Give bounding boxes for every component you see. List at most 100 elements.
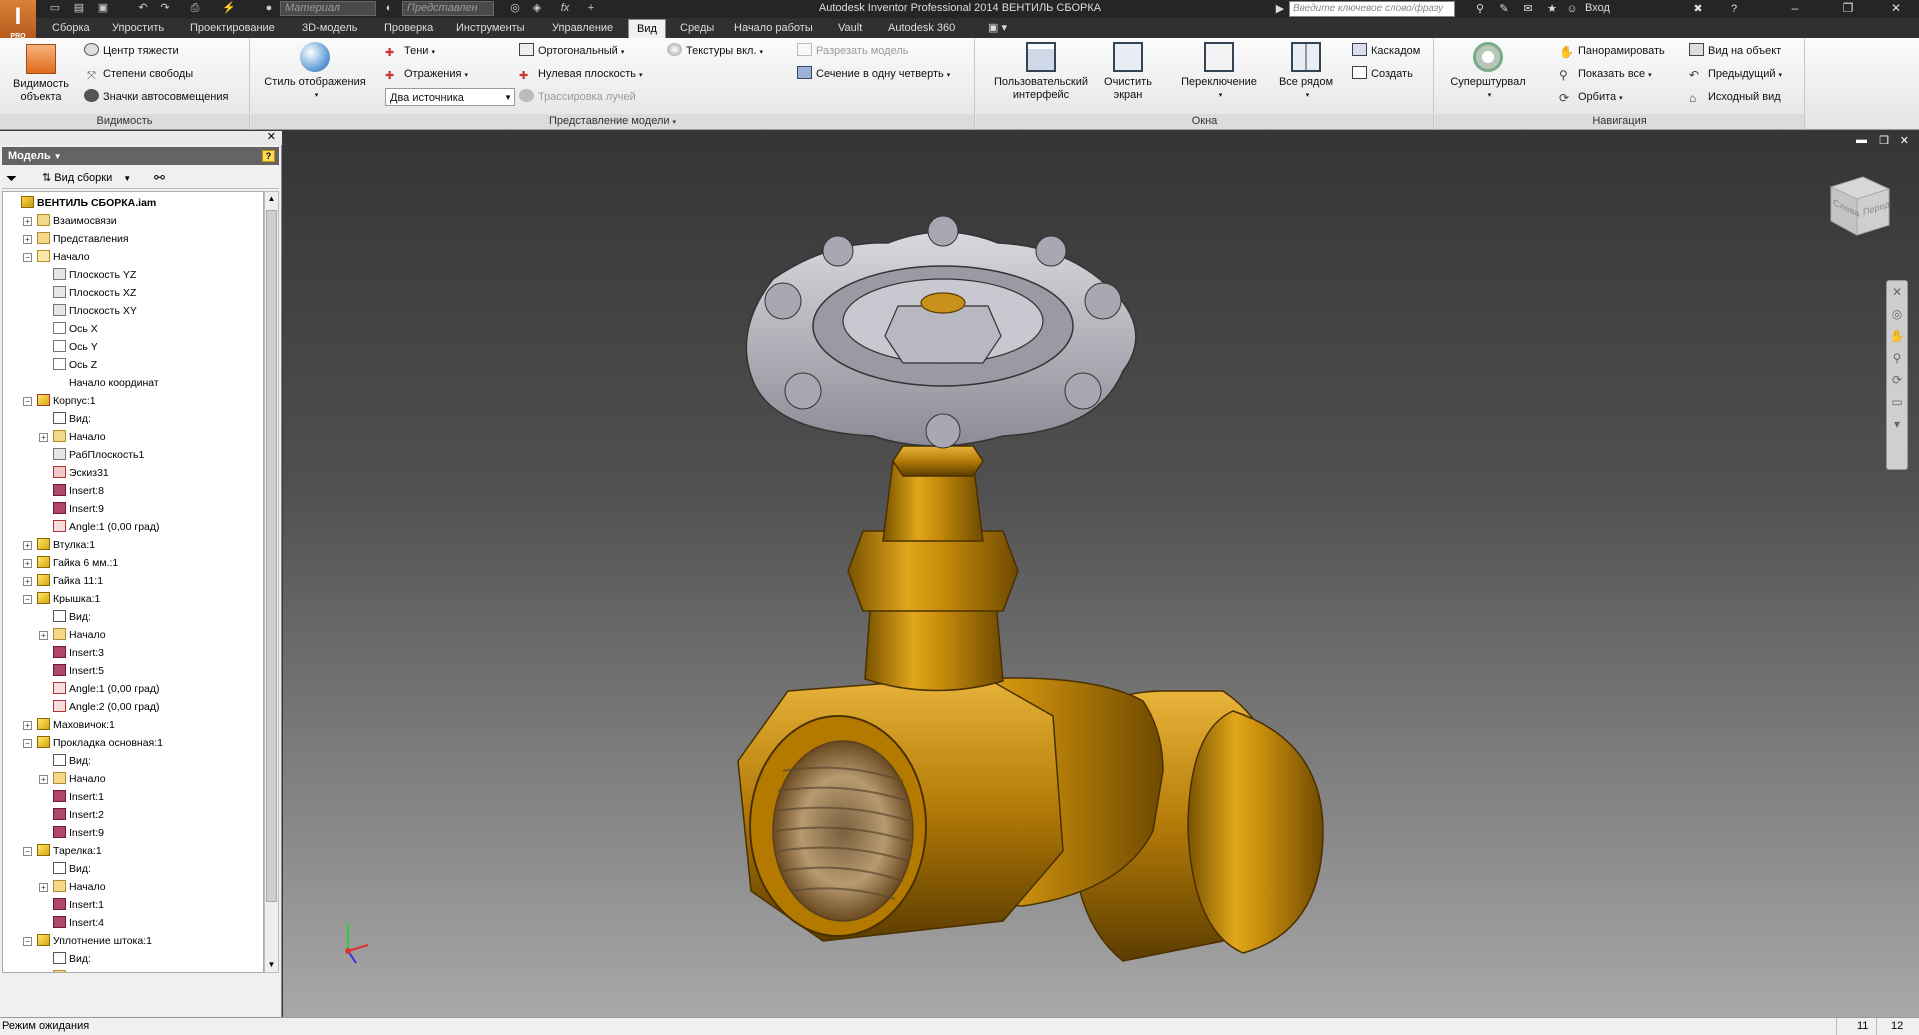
arrange-all-button[interactable]: Все рядом ▾ bbox=[1274, 42, 1338, 102]
scroll-down-icon[interactable]: ▼ bbox=[265, 958, 278, 972]
tree-node[interactable]: Insert:2 bbox=[53, 806, 104, 824]
tab-design[interactable]: Проектирование bbox=[182, 19, 283, 38]
viewcube[interactable]: Слева Перед bbox=[1823, 169, 1893, 239]
tree-node[interactable]: Взаимосвязи bbox=[37, 212, 117, 230]
tree-node[interactable]: Тарелка:1 bbox=[37, 842, 102, 860]
maximize-button[interactable]: ❐ bbox=[1828, 0, 1868, 18]
tree-node[interactable]: Начало bbox=[53, 968, 106, 972]
tree-expander[interactable]: + bbox=[39, 631, 48, 640]
display-style-button[interactable]: Стиль отображения ▾ bbox=[259, 42, 371, 102]
tab-assembly[interactable]: Сборка bbox=[44, 19, 98, 38]
tree-expander[interactable]: + bbox=[39, 883, 48, 892]
tree-node[interactable]: Гайка 6 мм.:1 bbox=[37, 554, 118, 572]
tree-node[interactable]: Представления bbox=[37, 230, 129, 248]
tree-node[interactable]: Плоскость YZ bbox=[53, 266, 136, 284]
tab-vault[interactable]: Vault bbox=[830, 19, 870, 38]
ground-plane-button[interactable]: ✚ Нулевая плоскость ▾ bbox=[519, 65, 643, 83]
tree-expander[interactable]: + bbox=[23, 235, 32, 244]
tree-expander[interactable]: + bbox=[23, 559, 32, 568]
tree-node[interactable]: Вид: bbox=[53, 410, 91, 428]
tree-expander[interactable]: − bbox=[23, 739, 32, 748]
tree-node[interactable]: Уплотнение штока:1 bbox=[37, 932, 152, 950]
tree-node[interactable]: Вид: bbox=[53, 608, 91, 626]
nav-orbit-icon[interactable]: ⟳ bbox=[1887, 369, 1907, 391]
tree-expander[interactable]: + bbox=[39, 433, 48, 442]
valve-model[interactable] bbox=[283, 131, 1919, 1017]
color-wheel-icon[interactable]: ● bbox=[262, 2, 276, 15]
tree-node[interactable]: Начало bbox=[53, 770, 106, 788]
tab-3d-model[interactable]: 3D-модель bbox=[294, 19, 365, 38]
tree-node[interactable]: Плоскость XZ bbox=[53, 284, 136, 302]
center-gravity-button[interactable]: Центр тяжести bbox=[84, 42, 179, 60]
tree-node[interactable]: РабПлоскость1 bbox=[53, 446, 144, 464]
representation-combo[interactable]: Представлен bbox=[402, 1, 494, 16]
user-interface-button[interactable]: Пользовательский интерфейс bbox=[986, 42, 1096, 102]
tab-environments[interactable]: Среды bbox=[672, 19, 722, 38]
nav-customize-icon[interactable]: ▾ bbox=[1887, 413, 1907, 435]
redo-icon[interactable]: ↷ bbox=[158, 2, 172, 15]
save-icon[interactable]: ▣ bbox=[96, 2, 110, 15]
tab-autodesk-360[interactable]: Autodesk 360 bbox=[880, 19, 963, 38]
appearance-icon[interactable]: ◐ bbox=[382, 2, 396, 15]
tree-node[interactable]: Начало bbox=[53, 428, 106, 446]
undo-icon[interactable]: ↶ bbox=[136, 2, 150, 15]
look-at-button[interactable]: Вид на объект bbox=[1689, 42, 1781, 60]
object-visibility-button[interactable]: Видимость объекта bbox=[4, 44, 78, 104]
tab-inspect[interactable]: Проверка bbox=[376, 19, 441, 38]
zoom-all-button[interactable]: ⚲ Показать все ▾ bbox=[1559, 65, 1652, 83]
tree-expander[interactable]: + bbox=[23, 217, 32, 226]
tree-node[interactable]: Insert:8 bbox=[53, 482, 104, 500]
previous-view-button[interactable]: ↶ Предыдущий ▾ bbox=[1689, 65, 1782, 83]
app-logo[interactable]: I PRO bbox=[0, 0, 36, 42]
tree-node[interactable]: Ось X bbox=[53, 320, 98, 338]
tree-node[interactable]: Плоскость XY bbox=[53, 302, 137, 320]
orthographic-button[interactable]: Ортогональный ▾ bbox=[519, 42, 624, 60]
pan-button[interactable]: ✋ Панорамировать bbox=[1559, 42, 1665, 60]
close-button[interactable]: ✕ bbox=[1876, 0, 1916, 18]
tree-node[interactable]: Insert:1 bbox=[53, 896, 104, 914]
add-icon[interactable]: + bbox=[584, 2, 598, 15]
exchange-icon[interactable]: ✖ bbox=[1690, 2, 1706, 16]
key-icon[interactable]: ✎ bbox=[1496, 2, 1512, 16]
tree-node[interactable]: Крышка:1 bbox=[37, 590, 100, 608]
minimize-button[interactable]: – bbox=[1775, 0, 1815, 18]
tree-node[interactable]: Гайка 11:1 bbox=[37, 572, 103, 590]
new-icon[interactable]: ▭ bbox=[48, 2, 62, 15]
tree-node[interactable]: Ось Z bbox=[53, 356, 97, 374]
tree-node[interactable]: Ось Y bbox=[53, 338, 98, 356]
new-window-button[interactable]: Создать bbox=[1352, 65, 1413, 83]
tab-simplify[interactable]: Упростить bbox=[104, 19, 172, 38]
print-icon[interactable]: ⎙ bbox=[188, 2, 202, 15]
textures-button[interactable]: Текстуры вкл. ▾ bbox=[667, 42, 763, 60]
panel-label-model-view[interactable]: Представление модели ▾ bbox=[251, 114, 974, 129]
ribbon-options-icon[interactable]: ▣ ▾ bbox=[980, 19, 1015, 38]
graphics-viewport[interactable]: ▬ ❐ ✕ Слева Перед ✕ ◎ ✋ ⚲ ⟳ ▭ ▾ bbox=[283, 131, 1919, 1017]
tree-node[interactable]: Insert:3 bbox=[53, 644, 104, 662]
auto-icons-button[interactable]: Значки автосовмещения bbox=[84, 88, 228, 106]
sign-in-link[interactable]: Вход bbox=[1585, 2, 1610, 14]
material-combo[interactable]: Материал bbox=[280, 1, 376, 16]
browser-header[interactable]: Модель ▼? bbox=[2, 147, 279, 165]
tree-node[interactable]: Insert:5 bbox=[53, 662, 104, 680]
tree-node[interactable]: Вид: bbox=[53, 950, 91, 968]
globe-icon[interactable]: ◎ bbox=[508, 2, 522, 15]
tree-node[interactable]: Angle:1 (0,00 град) bbox=[53, 680, 160, 698]
scroll-up-icon[interactable]: ▲ bbox=[265, 192, 278, 206]
tree-node[interactable]: Insert:1 bbox=[53, 788, 104, 806]
nav-zoom-icon[interactable]: ⚲ bbox=[1887, 347, 1907, 369]
tab-view[interactable]: Вид bbox=[628, 19, 666, 38]
tab-tools[interactable]: Инструменты bbox=[448, 19, 533, 38]
tree-node[interactable]: Angle:1 (0,00 град) bbox=[53, 518, 160, 536]
browser-help-icon[interactable]: ? bbox=[262, 150, 275, 162]
tree-expander[interactable]: − bbox=[23, 847, 32, 856]
tree-expander[interactable]: + bbox=[23, 541, 32, 550]
nav-close-icon[interactable]: ✕ bbox=[1887, 281, 1907, 303]
help-icon[interactable]: ? bbox=[1726, 2, 1742, 16]
measure-icon[interactable]: ◈ bbox=[530, 2, 544, 15]
tree-node[interactable]: Начало bbox=[53, 626, 106, 644]
find-binoculars-icon[interactable]: ⚯ bbox=[154, 170, 165, 186]
user-icon[interactable]: ☺ bbox=[1564, 2, 1580, 16]
reflections-button[interactable]: ✚ Отражения ▾ bbox=[385, 65, 468, 83]
tree-expander[interactable]: − bbox=[23, 937, 32, 946]
tree-expander[interactable]: − bbox=[23, 253, 32, 262]
